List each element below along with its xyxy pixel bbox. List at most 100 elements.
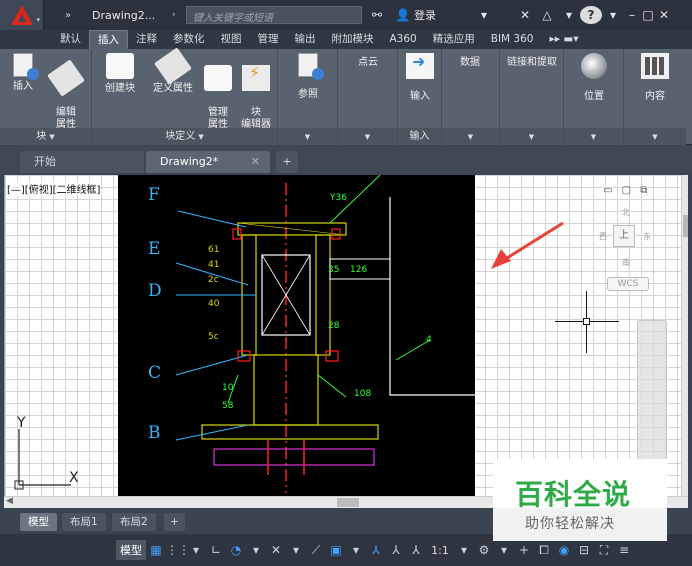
tab-layout1[interactable]: 布局1 bbox=[62, 513, 106, 531]
group-reference-expand[interactable]: ▼ bbox=[278, 128, 337, 145]
group-block-definition-label[interactable]: 块定义 ▼ bbox=[92, 128, 277, 145]
hardware-acceleration-icon[interactable]: ◉ bbox=[554, 543, 574, 557]
scroll-left-icon[interactable]: ◀ bbox=[6, 496, 13, 506]
label-10: 10 bbox=[222, 383, 234, 393]
group-point-cloud: 点云 ▼ bbox=[338, 49, 398, 145]
vertical-scrollbar[interactable] bbox=[681, 175, 688, 496]
chevron-down-icon[interactable]: ▾ bbox=[246, 543, 266, 557]
scrollbar-thumb[interactable] bbox=[337, 498, 359, 507]
annotation-scale[interactable]: 1:1 bbox=[426, 544, 454, 557]
plus-icon[interactable]: + bbox=[514, 543, 534, 557]
autocad-logo-icon bbox=[10, 5, 33, 25]
a360-icon[interactable]: △ bbox=[536, 8, 558, 22]
help-icon[interactable]: ? bbox=[580, 6, 602, 24]
viewport-window-controls[interactable]: ▭ ▢ ⧉ bbox=[603, 185, 650, 196]
tab-default[interactable]: 默认 bbox=[52, 30, 89, 49]
chevron-down-icon[interactable]: ▾ bbox=[454, 543, 474, 557]
define-attribute-button[interactable]: 定义属性 bbox=[148, 47, 198, 95]
drawing-canvas[interactable]: [—][俯视][二维线框] F E D C B Y36 35 126 61 41… bbox=[4, 175, 688, 496]
tab-view[interactable]: 视图 bbox=[213, 30, 250, 49]
quick-properties-icon[interactable]: ⊟ bbox=[574, 543, 594, 557]
tab-manage[interactable]: 管理 bbox=[250, 30, 287, 49]
isolate-objects-icon[interactable]: ⧠ bbox=[534, 543, 554, 558]
group-content-expand[interactable]: ▼ bbox=[624, 128, 686, 145]
viewcube-top-face[interactable]: 上 bbox=[613, 225, 635, 247]
grid-icon[interactable]: ▦ bbox=[146, 543, 166, 557]
tab-layout2[interactable]: 布局2 bbox=[112, 513, 156, 531]
polar-icon[interactable]: ◔ bbox=[226, 543, 246, 557]
quick-access-toolbar-expand-icon[interactable]: » bbox=[44, 10, 92, 21]
group-point-cloud-expand[interactable]: ▼ bbox=[338, 128, 397, 145]
label-41: 41 bbox=[208, 260, 220, 270]
viewcube[interactable]: ▭ ▢ ⧉ 北 西 东 南 上 WCS bbox=[597, 185, 657, 291]
snap-icon[interactable]: ⋮⋮ bbox=[166, 543, 190, 557]
tab-featured-apps[interactable]: 精选应用 bbox=[425, 30, 483, 49]
viewcube-south[interactable]: 南 bbox=[622, 257, 630, 268]
tab-model[interactable]: 模型 bbox=[20, 513, 57, 531]
annotation-scale-icon[interactable]: ⅄ bbox=[406, 543, 426, 557]
tab-output[interactable]: 输出 bbox=[287, 30, 324, 49]
tab-bim360[interactable]: BIM 360 bbox=[483, 30, 542, 49]
customize-menu-icon[interactable]: ≡ bbox=[614, 543, 634, 557]
lineweight-icon[interactable]: ⟋ bbox=[306, 543, 326, 558]
gear-icon[interactable]: ⚙ bbox=[474, 543, 494, 557]
chevron-down-icon[interactable]: ▾ bbox=[558, 8, 580, 22]
viewport-controls-label[interactable]: [—][俯视][二维线框] bbox=[7, 181, 101, 196]
location-button[interactable]: 位置 bbox=[578, 53, 610, 103]
group-data-expand[interactable]: ▼ bbox=[442, 128, 499, 145]
tab-annotate[interactable]: 注释 bbox=[128, 30, 165, 49]
viewcube-west[interactable]: 西 bbox=[599, 231, 607, 242]
ortho-icon[interactable]: ∟ bbox=[206, 543, 226, 557]
viewcube-east[interactable]: 东 bbox=[643, 231, 651, 242]
import-button[interactable]: 输入 bbox=[402, 53, 438, 103]
binoculars-icon[interactable]: ⚯ bbox=[362, 8, 392, 22]
maximize-icon[interactable]: □ bbox=[640, 8, 656, 22]
chevron-down-icon[interactable]: ▾ bbox=[602, 8, 624, 22]
design-center-icon bbox=[641, 53, 669, 79]
model-space-button[interactable]: 模型 bbox=[116, 540, 146, 560]
location-label: 位置 bbox=[584, 91, 604, 102]
group-location-expand[interactable]: ▼ bbox=[564, 128, 623, 145]
new-tab-button[interactable]: + bbox=[276, 151, 298, 173]
new-layout-button[interactable]: + bbox=[164, 513, 185, 531]
chevron-down-icon[interactable]: ▾ bbox=[186, 543, 206, 557]
navigation-bar[interactable] bbox=[637, 320, 667, 460]
block-editor-button[interactable]: 块 编辑器 bbox=[236, 53, 276, 131]
object-snap-icon[interactable]: ▣ bbox=[326, 543, 346, 557]
wcs-menu[interactable]: WCS bbox=[607, 277, 649, 291]
fullscreen-icon[interactable]: ⛶ bbox=[594, 543, 614, 558]
login-link[interactable]: 登录 bbox=[414, 7, 454, 23]
chevron-down-icon[interactable]: ▾ bbox=[286, 543, 306, 557]
more-tabs-icon[interactable]: ▸▸ ▬▾ bbox=[541, 30, 586, 49]
search-input[interactable]: 键入关键字或短语 bbox=[186, 6, 362, 24]
manage-attribute-button[interactable]: 管理 属性 bbox=[202, 53, 234, 131]
insert-button[interactable]: 插入 bbox=[6, 53, 40, 93]
application-menu-button[interactable]: ▾ bbox=[0, 0, 44, 30]
exchange-icon[interactable]: ✕ bbox=[514, 8, 536, 22]
tab-addins[interactable]: 附加模块 bbox=[324, 30, 382, 49]
content-button[interactable]: 内容 bbox=[638, 53, 672, 103]
auto-scale-icon[interactable]: ⅄ bbox=[386, 543, 406, 557]
chevron-down-icon[interactable]: ▾ bbox=[346, 543, 366, 557]
osnap-tracking-icon[interactable]: ✕ bbox=[266, 543, 286, 557]
create-block-button[interactable]: 创建块 bbox=[100, 53, 140, 95]
minimize-icon[interactable]: – bbox=[624, 8, 640, 22]
doc-tab-drawing[interactable]: Drawing2* ✕ bbox=[146, 151, 270, 173]
edit-attribute-button[interactable]: 编辑 属性 bbox=[46, 53, 86, 131]
reference-button[interactable]: 参照 bbox=[288, 53, 328, 101]
group-link-extract-expand[interactable]: ▼ bbox=[500, 128, 563, 145]
tab-insert[interactable]: 插入 bbox=[89, 30, 128, 49]
close-icon[interactable]: ✕ bbox=[656, 8, 672, 22]
pasted-mechanical-drawing[interactable]: F E D C B Y36 35 126 61 41 2c 40 5c 58 1… bbox=[118, 175, 475, 496]
tab-parametric[interactable]: 参数化 bbox=[165, 30, 213, 49]
tab-a360[interactable]: A360 bbox=[382, 30, 425, 49]
chevron-down-icon[interactable]: ▾ bbox=[494, 543, 514, 557]
dropdown-icon[interactable]: ▾ bbox=[454, 8, 514, 22]
scrollbar-thumb[interactable] bbox=[683, 215, 688, 237]
close-icon[interactable]: ✕ bbox=[251, 151, 260, 173]
doc-tab-start[interactable]: 开始 bbox=[20, 151, 144, 173]
annotation-visibility-icon[interactable]: ⅄ bbox=[366, 543, 386, 557]
viewcube-north[interactable]: 北 bbox=[622, 207, 630, 218]
user-icon[interactable]: 👤 bbox=[392, 8, 414, 22]
group-block-label[interactable]: 块 ▼ bbox=[0, 128, 91, 145]
